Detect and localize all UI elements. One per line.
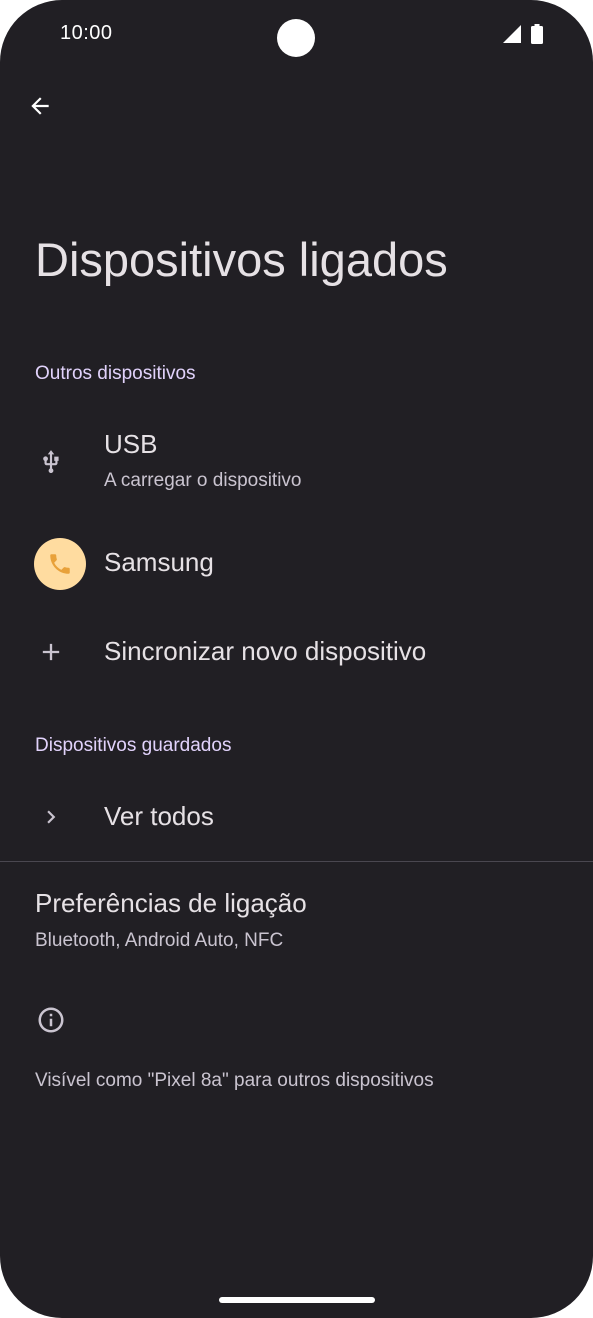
visible-as-text: Visível como "Pixel 8a" para outros disp… [35,1070,434,1091]
connection-preferences-title: Preferências de ligação [35,888,307,918]
signal-icon [503,25,521,43]
see-all-item[interactable]: Ver todos [0,787,593,847]
see-all-label: Ver todos [104,801,214,831]
pair-new-device-label: Sincronizar novo dispositivo [104,636,427,666]
battery-icon [531,24,543,44]
status-bar: 10:00 [0,0,593,68]
phone-icon [50,554,70,574]
pair-new-device-item[interactable]: Sincronizar novo dispositivo [0,622,593,682]
usb-label: USB [104,429,158,459]
page-title: Dispositivos ligados [35,233,448,286]
chevron-right-icon [47,810,56,824]
divider [0,861,593,862]
info-icon [38,1007,64,1033]
device-avatar [34,538,86,590]
usb-device-item[interactable]: USB A carregar o dispositivo [0,418,593,506]
arrow-back-icon [31,97,49,115]
samsung-label: Samsung [104,547,214,577]
back-button[interactable] [16,82,64,130]
status-time: 10:00 [60,22,113,44]
plus-icon [42,643,60,661]
connection-preferences-subtitle: Bluetooth, Android Auto, NFC [35,930,284,951]
camera-cutout [277,19,315,57]
usb-sublabel: A carregar o dispositivo [104,470,302,491]
section-header-other-devices: Outros dispositivos [35,363,196,384]
gesture-nav-handle[interactable] [219,1297,375,1303]
usb-icon [43,450,59,474]
connection-preferences-item[interactable]: Preferências de ligação Bluetooth, Andro… [0,872,593,964]
samsung-device-item[interactable]: Samsung [0,532,593,596]
section-header-saved-devices: Dispositivos guardados [35,735,232,756]
phone-screen: 10:00 Dispositivos ligados Outros dispos… [0,0,593,1318]
